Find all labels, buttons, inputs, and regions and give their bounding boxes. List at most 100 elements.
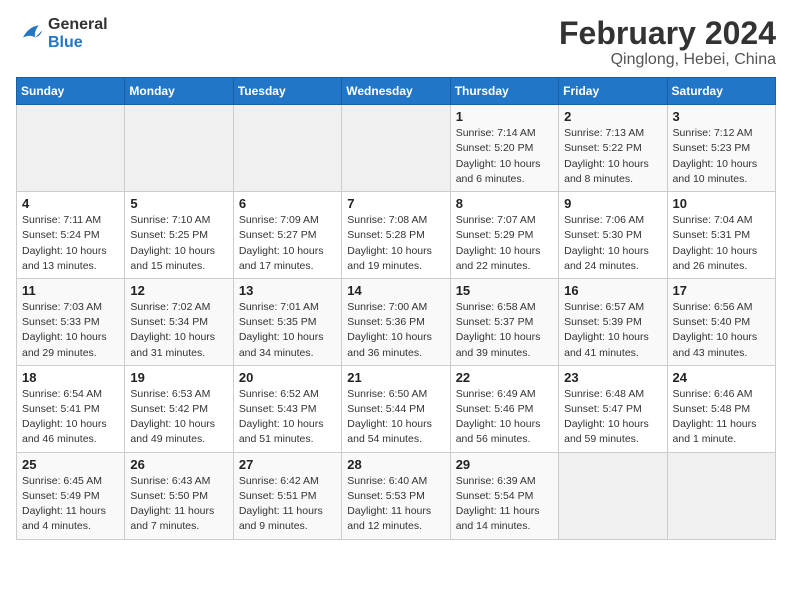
calendar-cell: 4 Sunrise: 7:11 AMSunset: 5:24 PMDaylight…	[17, 192, 125, 279]
calendar-cell: 22 Sunrise: 6:49 AMSunset: 5:46 PMDayligh…	[450, 365, 558, 452]
weekday-header-friday: Friday	[559, 78, 667, 105]
day-info: Sunrise: 7:08 AMSunset: 5:28 PMDaylight:…	[347, 213, 444, 274]
calendar-cell: 17 Sunrise: 6:56 AMSunset: 5:40 PMDayligh…	[667, 278, 775, 365]
day-info: Sunrise: 7:06 AMSunset: 5:30 PMDaylight:…	[564, 213, 661, 274]
day-info: Sunrise: 6:45 AMSunset: 5:49 PMDaylight:…	[22, 474, 119, 535]
calendar-cell	[17, 105, 125, 192]
day-number: 13	[239, 283, 336, 298]
calendar-cell	[233, 105, 341, 192]
calendar-week-2: 4 Sunrise: 7:11 AMSunset: 5:24 PMDaylight…	[17, 192, 776, 279]
day-info: Sunrise: 6:49 AMSunset: 5:46 PMDaylight:…	[456, 387, 553, 448]
logo: General Blue	[16, 16, 108, 52]
day-number: 18	[22, 370, 119, 385]
calendar-month-year: February 2024	[559, 16, 776, 51]
weekday-header-sunday: Sunday	[17, 78, 125, 105]
calendar-cell: 29Sunrise: 6:39 AMSunset: 5:54 PMDayligh…	[450, 452, 558, 539]
day-number: 4	[22, 196, 119, 211]
calendar-cell	[125, 105, 233, 192]
day-info: Sunrise: 6:48 AMSunset: 5:47 PMDaylight:…	[564, 387, 661, 448]
day-number: 28	[347, 457, 444, 472]
day-number: 24	[673, 370, 770, 385]
day-number: 12	[130, 283, 227, 298]
calendar-cell: 28 Sunrise: 6:40 AMSunset: 5:53 PMDayligh…	[342, 452, 450, 539]
day-info: Sunrise: 7:02 AMSunset: 5:34 PMDaylight:…	[130, 300, 227, 361]
day-number: 21	[347, 370, 444, 385]
day-number: 23	[564, 370, 661, 385]
calendar-cell: 9 Sunrise: 7:06 AMSunset: 5:30 PMDaylight…	[559, 192, 667, 279]
calendar-cell: 1 Sunrise: 7:14 AMSunset: 5:20 PMDaylight…	[450, 105, 558, 192]
day-number: 9	[564, 196, 661, 211]
weekday-header-monday: Monday	[125, 78, 233, 105]
calendar-cell	[342, 105, 450, 192]
calendar-cell	[667, 452, 775, 539]
calendar-cell: 19Sunrise: 6:53 AMSunset: 5:42 PMDayligh…	[125, 365, 233, 452]
weekday-header-wednesday: Wednesday	[342, 78, 450, 105]
day-number: 11	[22, 283, 119, 298]
calendar-week-4: 18 Sunrise: 6:54 AMSunset: 5:41 PMDayligh…	[17, 365, 776, 452]
day-info: Sunrise: 6:56 AMSunset: 5:40 PMDaylight:…	[673, 300, 770, 361]
day-number: 16	[564, 283, 661, 298]
day-number: 25	[22, 457, 119, 472]
day-number: 14	[347, 283, 444, 298]
calendar-cell: 6Sunrise: 7:09 AMSunset: 5:27 PMDaylight…	[233, 192, 341, 279]
calendar-cell: 18 Sunrise: 6:54 AMSunset: 5:41 PMDayligh…	[17, 365, 125, 452]
calendar-cell: 10Sunrise: 7:04 AMSunset: 5:31 PMDayligh…	[667, 192, 775, 279]
day-info: Sunrise: 6:40 AMSunset: 5:53 PMDaylight:…	[347, 474, 444, 535]
page-header: General Blue February 2024 Qinglong, Heb…	[16, 16, 776, 69]
day-number: 7	[347, 196, 444, 211]
day-info: Sunrise: 6:43 AMSunset: 5:50 PMDaylight:…	[130, 474, 227, 535]
day-info: Sunrise: 7:12 AMSunset: 5:23 PMDaylight:…	[673, 126, 770, 187]
weekday-header-row: SundayMondayTuesdayWednesdayThursdayFrid…	[17, 78, 776, 105]
day-info: Sunrise: 7:13 AMSunset: 5:22 PMDaylight:…	[564, 126, 661, 187]
calendar-cell: 23 Sunrise: 6:48 AMSunset: 5:47 PMDayligh…	[559, 365, 667, 452]
day-info: Sunrise: 7:09 AMSunset: 5:27 PMDaylight:…	[239, 213, 336, 274]
calendar-week-5: 25 Sunrise: 6:45 AMSunset: 5:49 PMDayligh…	[17, 452, 776, 539]
day-number: 20	[239, 370, 336, 385]
day-number: 22	[456, 370, 553, 385]
calendar-cell: 16 Sunrise: 6:57 AMSunset: 5:39 PMDayligh…	[559, 278, 667, 365]
day-info: Sunrise: 7:11 AMSunset: 5:24 PMDaylight:…	[22, 213, 119, 274]
day-number: 8	[456, 196, 553, 211]
calendar-cell	[559, 452, 667, 539]
calendar-cell: 13 Sunrise: 7:01 AMSunset: 5:35 PMDayligh…	[233, 278, 341, 365]
day-number: 2	[564, 109, 661, 124]
day-number: 17	[673, 283, 770, 298]
calendar-cell: 27 Sunrise: 6:42 AMSunset: 5:51 PMDayligh…	[233, 452, 341, 539]
calendar-title-block: February 2024 Qinglong, Hebei, China	[559, 16, 776, 69]
day-info: Sunrise: 7:03 AMSunset: 5:33 PMDaylight:…	[22, 300, 119, 361]
day-info: Sunrise: 6:42 AMSunset: 5:51 PMDaylight:…	[239, 474, 336, 535]
day-info: Sunrise: 6:50 AMSunset: 5:44 PMDaylight:…	[347, 387, 444, 448]
calendar-location: Qinglong, Hebei, China	[559, 51, 776, 69]
day-number: 1	[456, 109, 553, 124]
calendar-body: 1 Sunrise: 7:14 AMSunset: 5:20 PMDaylight…	[17, 105, 776, 539]
calendar-cell: 7 Sunrise: 7:08 AMSunset: 5:28 PMDaylight…	[342, 192, 450, 279]
day-number: 27	[239, 457, 336, 472]
calendar-cell: 8Sunrise: 7:07 AMSunset: 5:29 PMDaylight…	[450, 192, 558, 279]
day-info: Sunrise: 6:52 AMSunset: 5:43 PMDaylight:…	[239, 387, 336, 448]
day-info: Sunrise: 6:58 AMSunset: 5:37 PMDaylight:…	[456, 300, 553, 361]
day-info: Sunrise: 6:54 AMSunset: 5:41 PMDaylight:…	[22, 387, 119, 448]
calendar-cell: 2 Sunrise: 7:13 AMSunset: 5:22 PMDaylight…	[559, 105, 667, 192]
calendar-cell: 12 Sunrise: 7:02 AMSunset: 5:34 PMDayligh…	[125, 278, 233, 365]
day-info: Sunrise: 7:14 AMSunset: 5:20 PMDaylight:…	[456, 126, 553, 187]
logo-text: General Blue	[48, 16, 108, 52]
calendar-cell: 14Sunrise: 7:00 AMSunset: 5:36 PMDayligh…	[342, 278, 450, 365]
day-number: 29	[456, 457, 553, 472]
day-info: Sunrise: 6:46 AMSunset: 5:48 PMDaylight:…	[673, 387, 770, 448]
day-info: Sunrise: 7:01 AMSunset: 5:35 PMDaylight:…	[239, 300, 336, 361]
weekday-header-thursday: Thursday	[450, 78, 558, 105]
calendar-table: SundayMondayTuesdayWednesdayThursdayFrid…	[16, 77, 776, 539]
day-info: Sunrise: 7:10 AMSunset: 5:25 PMDaylight:…	[130, 213, 227, 274]
calendar-cell: 5Sunrise: 7:10 AMSunset: 5:25 PMDaylight…	[125, 192, 233, 279]
calendar-cell: 26 Sunrise: 6:43 AMSunset: 5:50 PMDayligh…	[125, 452, 233, 539]
logo-icon	[16, 20, 44, 48]
day-info: Sunrise: 7:04 AMSunset: 5:31 PMDaylight:…	[673, 213, 770, 274]
day-number: 3	[673, 109, 770, 124]
calendar-week-3: 11 Sunrise: 7:03 AMSunset: 5:33 PMDayligh…	[17, 278, 776, 365]
calendar-cell: 24 Sunrise: 6:46 AMSunset: 5:48 PMDayligh…	[667, 365, 775, 452]
calendar-cell: 25 Sunrise: 6:45 AMSunset: 5:49 PMDayligh…	[17, 452, 125, 539]
calendar-week-1: 1 Sunrise: 7:14 AMSunset: 5:20 PMDaylight…	[17, 105, 776, 192]
day-info: Sunrise: 6:53 AMSunset: 5:42 PMDaylight:…	[130, 387, 227, 448]
day-number: 26	[130, 457, 227, 472]
day-info: Sunrise: 6:57 AMSunset: 5:39 PMDaylight:…	[564, 300, 661, 361]
